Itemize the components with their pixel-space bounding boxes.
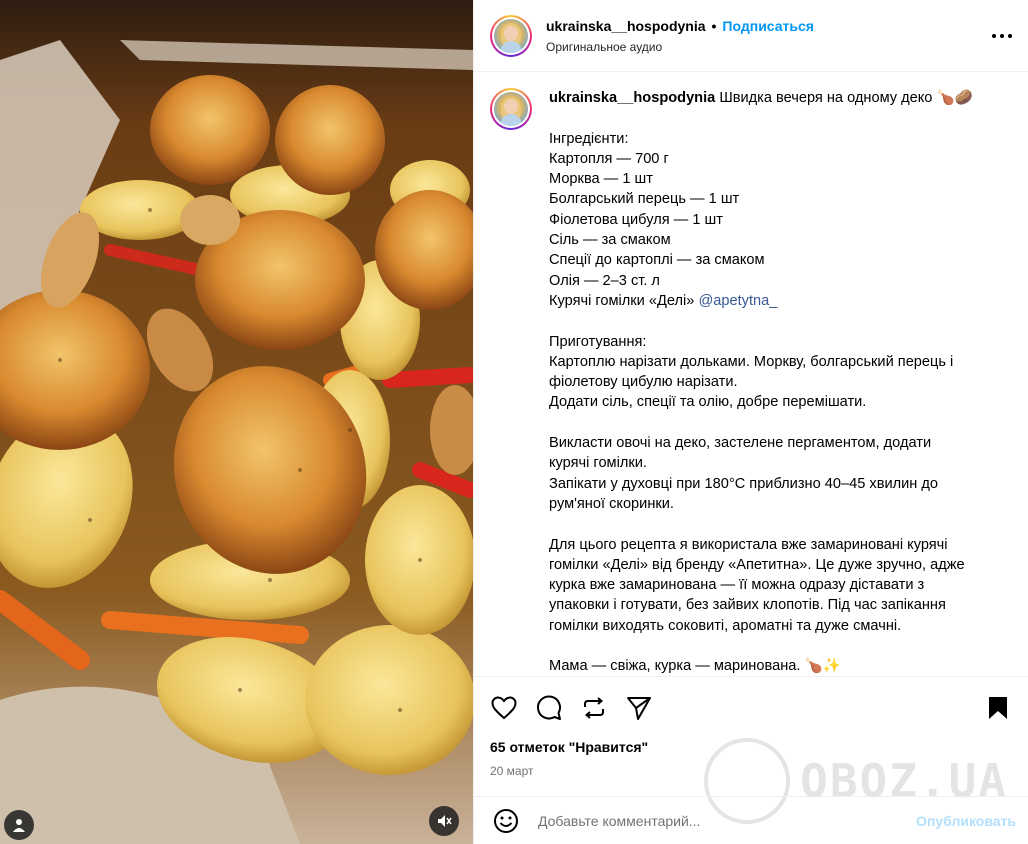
food-photo bbox=[0, 0, 473, 844]
send-icon bbox=[627, 697, 651, 720]
emoji-icon bbox=[494, 808, 518, 833]
more-horizontal-icon bbox=[992, 34, 1012, 38]
caption-line: Картоплю нарізати дольками. Моркву, болг… bbox=[549, 353, 954, 370]
comment-icon bbox=[537, 695, 561, 720]
repost-button[interactable] bbox=[580, 694, 608, 722]
bookmark-icon bbox=[989, 697, 1007, 719]
caption-line: Викласти овочі на деко, застелене пергам… bbox=[549, 435, 932, 452]
post-comment-button[interactable]: Опубликовать bbox=[916, 813, 1016, 829]
caption-line: Мама — свіжа, курка — маринована. 🍗✨ bbox=[549, 658, 841, 675]
caption-line: Додати сіль, спеції та олію, добре перем… bbox=[549, 394, 867, 411]
post-caption: ukrainska__hospodynia Швидка вечеря на о… bbox=[549, 88, 1007, 676]
caption-line: рум'яної скоринки. bbox=[549, 495, 674, 512]
caption-line: Приготування: bbox=[549, 333, 647, 350]
caption-author-avatar[interactable] bbox=[490, 88, 532, 130]
mention-link[interactable]: @apetytna_ bbox=[698, 293, 777, 309]
caption-line: Фіолетова цибуля — 1 шт bbox=[549, 211, 723, 228]
more-options-button[interactable] bbox=[990, 25, 1014, 47]
caption-line: Картопля — 700 г bbox=[549, 150, 669, 167]
separator-dot: • bbox=[711, 17, 717, 34]
caption-line: Олія — 2–3 ст. л bbox=[549, 272, 660, 289]
caption-line: гомілки виходять соковиті, ароматні та д… bbox=[549, 617, 902, 634]
comment-button[interactable] bbox=[535, 694, 563, 722]
author-username[interactable]: ukrainska__hospodynia bbox=[546, 18, 706, 34]
post-media-video[interactable] bbox=[0, 0, 473, 844]
avatar-image bbox=[494, 18, 528, 53]
comment-form: Опубликовать bbox=[474, 796, 1028, 844]
caption-line: Болгарський перець — 1 шт bbox=[549, 191, 740, 208]
post-header: ukrainska__hospodynia • Подписаться Ориг… bbox=[474, 0, 1028, 72]
caption-line: курка вже замаринована — її можна одразу… bbox=[549, 577, 925, 594]
caption-title: Швидка вечеря на одному деко 🍗🥔 bbox=[719, 90, 973, 106]
caption-line: Морква — 1 шт bbox=[549, 171, 653, 188]
caption-line: Для цього рецепта я використала вже зама… bbox=[549, 536, 948, 553]
caption-line: гомілки «Делі» від бренду «Апетитна». Це… bbox=[549, 556, 965, 573]
user-tag-icon bbox=[13, 819, 25, 832]
avatar-image bbox=[494, 92, 528, 126]
follow-button[interactable]: Подписаться bbox=[722, 18, 814, 34]
emoji-button[interactable] bbox=[492, 807, 520, 835]
author-avatar[interactable] bbox=[490, 14, 532, 57]
caption-line: упаковки і готувати, без зайвих клопотів… bbox=[549, 597, 946, 614]
post-sidebar: ukrainska__hospodynia • Подписаться Ориг… bbox=[473, 0, 1028, 844]
repost-icon bbox=[584, 697, 604, 719]
caption-line: Інгредієнти: bbox=[549, 130, 629, 147]
caption-line: Спеції до картоплі — за смаком bbox=[549, 252, 765, 269]
heart-icon bbox=[491, 696, 517, 720]
like-button[interactable] bbox=[490, 694, 518, 722]
caption-section: ukrainska__hospodynia Швидка вечеря на о… bbox=[474, 72, 1028, 676]
caption-line: фіолетову цибулю нарізати. bbox=[549, 374, 738, 391]
speaker-muted-icon bbox=[438, 815, 452, 827]
caption-line: Запікати у духовці при 180°С приблизно 4… bbox=[549, 475, 939, 492]
caption-line: Курячі гомілки «Делі» @apetytna_ bbox=[549, 292, 778, 309]
audio-link[interactable]: Оригинальное аудио bbox=[546, 40, 814, 54]
caption-body: Інгредієнти: Картопля — 700 г Морква — 1 ш… bbox=[549, 129, 1007, 676]
save-button[interactable] bbox=[984, 694, 1012, 722]
caption-username[interactable]: ukrainska__hospodynia bbox=[549, 90, 715, 106]
caption-line: Сіль — за смаком bbox=[549, 232, 671, 249]
comment-input[interactable] bbox=[538, 812, 917, 829]
mute-button[interactable] bbox=[429, 806, 459, 836]
tagged-users-button[interactable] bbox=[4, 810, 34, 840]
share-button[interactable] bbox=[625, 694, 653, 722]
caption-line: курячі гомілки. bbox=[549, 455, 647, 472]
